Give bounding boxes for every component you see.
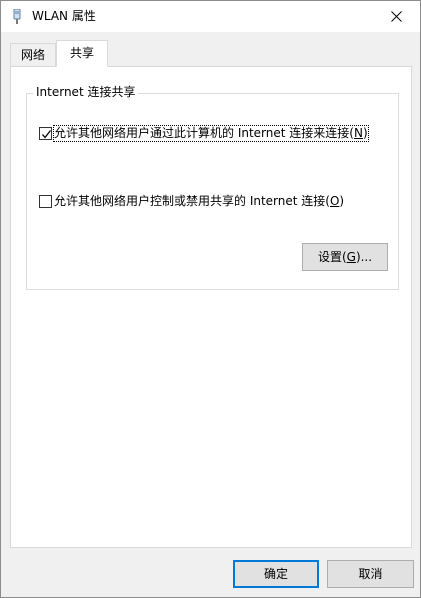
close-button[interactable] bbox=[374, 1, 420, 32]
properties-window: WLAN 属性 网络 共享 Internet 连接共享 允许其他网络用户通过此计… bbox=[0, 0, 421, 598]
internet-connection-sharing-group: Internet 连接共享 允许其他网络用户通过此计算机的 Internet 连… bbox=[26, 85, 399, 290]
allow-control-option[interactable]: 允许其他网络用户控制或禁用共享的 Internet 连接(O) bbox=[39, 194, 344, 209]
checkmark-icon bbox=[42, 130, 52, 139]
settings-button[interactable]: 设置(G)... bbox=[302, 243, 388, 271]
group-legend: Internet 连接共享 bbox=[33, 85, 139, 100]
network-adapter-icon bbox=[12, 8, 22, 25]
close-icon bbox=[391, 11, 402, 22]
sharing-panel: Internet 连接共享 允许其他网络用户通过此计算机的 Internet 连… bbox=[10, 66, 412, 548]
tab-network[interactable]: 网络 bbox=[10, 43, 56, 67]
allow-control-label[interactable]: 允许其他网络用户控制或禁用共享的 Internet 连接(O) bbox=[54, 194, 344, 209]
ok-button[interactable]: 确定 bbox=[233, 560, 319, 588]
tab-sharing[interactable]: 共享 bbox=[56, 40, 108, 67]
allow-connect-checkbox[interactable] bbox=[39, 127, 52, 140]
allow-connect-option[interactable]: 允许其他网络用户通过此计算机的 Internet 连接来连接(N) bbox=[39, 125, 369, 142]
cancel-button[interactable]: 取消 bbox=[327, 560, 414, 588]
window-title: WLAN 属性 bbox=[32, 9, 96, 23]
allow-connect-label[interactable]: 允许其他网络用户通过此计算机的 Internet 连接来连接(N) bbox=[53, 125, 369, 142]
allow-control-checkbox[interactable] bbox=[39, 195, 52, 208]
title-bar[interactable]: WLAN 属性 bbox=[1, 1, 420, 32]
